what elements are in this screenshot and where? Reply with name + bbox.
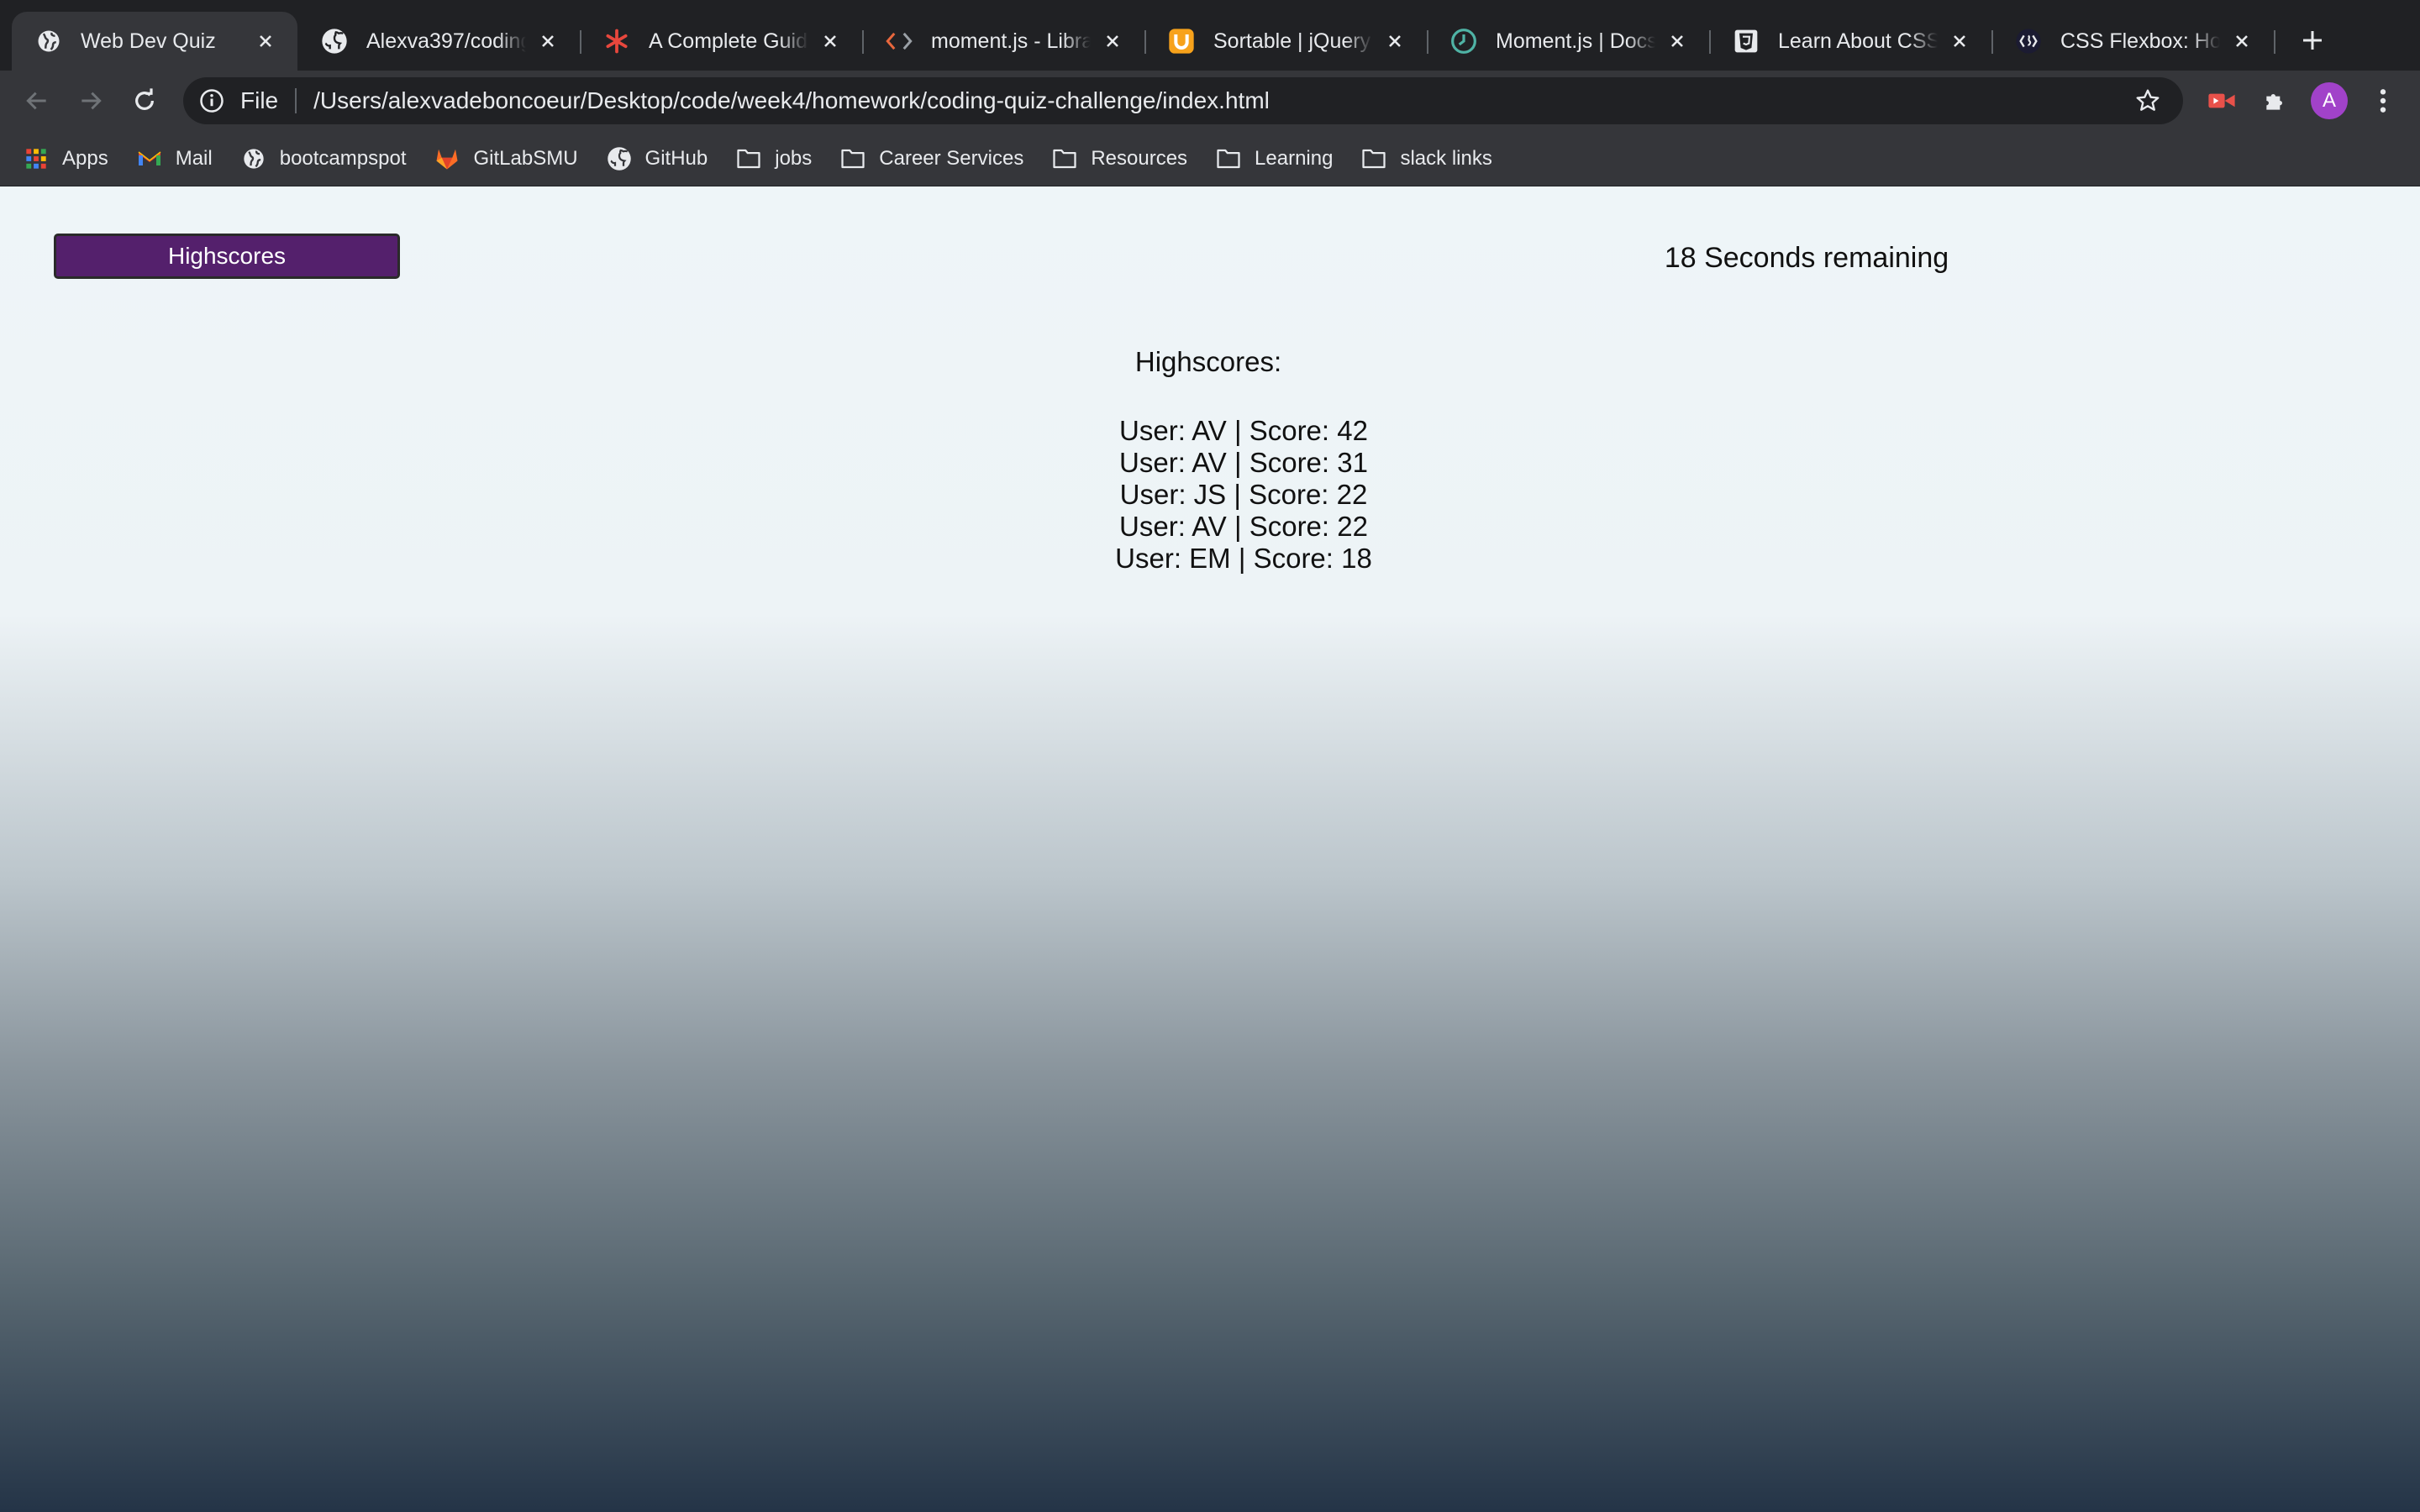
tab-title: moment.js - Libraries xyxy=(931,29,1091,53)
tab-title: Learn About CSS Levels xyxy=(1778,29,1938,53)
omnibox-divider xyxy=(295,88,297,113)
freecodecamp-icon xyxy=(2015,28,2042,55)
apps-grid-icon xyxy=(24,146,49,171)
bookmark-label: GitLabSMU xyxy=(473,146,578,170)
extensions-puzzle-icon[interactable] xyxy=(2259,84,2292,118)
tab-title: CSS Flexbox: How xyxy=(2060,29,2220,53)
folder-icon xyxy=(840,146,865,171)
tab-title: Sortable | jQuery UI xyxy=(1213,29,1373,53)
highscores-button[interactable]: Highscores xyxy=(54,234,400,279)
bookmark-label: jobs xyxy=(775,146,813,170)
bookmark-folder-slack-links[interactable]: slack links xyxy=(1361,146,1492,171)
bookmark-label: Mail xyxy=(175,146,213,170)
tab-moment-docs[interactable]: Moment.js | Docs xyxy=(1427,12,1709,71)
profile-avatar[interactable]: A xyxy=(2311,82,2348,119)
score-entry: User: EM | Score: 18 xyxy=(1115,543,1372,574)
tab-web-dev-quiz[interactable]: Web Dev Quiz xyxy=(12,12,297,71)
css-icon xyxy=(1733,28,1760,55)
github-icon xyxy=(607,146,632,171)
score-entry: User: JS | Score: 22 xyxy=(1119,479,1368,510)
bookmark-label: Career Services xyxy=(879,146,1024,170)
globe-icon xyxy=(241,146,266,171)
close-icon[interactable] xyxy=(817,28,844,55)
plus-icon xyxy=(2303,31,2322,50)
bookmark-label: Resources xyxy=(1091,146,1188,170)
back-button[interactable] xyxy=(20,84,54,118)
arrow-right-icon xyxy=(82,92,102,110)
highscores-list: User: AV | Score: 42 User: AV | Score: 3… xyxy=(992,415,1496,575)
tab-title: Alexva397/coding-quiz-challenge xyxy=(366,29,526,53)
close-icon[interactable] xyxy=(1946,28,1973,55)
tab-css-levels[interactable]: Learn About CSS Levels xyxy=(1709,12,1991,71)
jquery-ui-icon xyxy=(1168,28,1195,55)
tab-github-repo[interactable]: Alexva397/coding-quiz-challenge xyxy=(297,12,580,71)
bookmark-star-icon[interactable] xyxy=(2131,84,2165,118)
gmail-icon xyxy=(137,146,162,171)
code-brackets-icon xyxy=(886,28,913,55)
score-entry: User: AV | Score: 42 xyxy=(1119,415,1368,446)
folder-icon xyxy=(736,146,761,171)
bookmark-bootcampspot[interactable]: bootcampspot xyxy=(241,146,407,171)
bookmark-folder-resources[interactable]: Resources xyxy=(1052,146,1187,171)
bookmark-label: Apps xyxy=(62,146,108,170)
tab-moment-libraries[interactable]: moment.js - Libraries xyxy=(862,12,1144,71)
arrow-left-icon xyxy=(26,92,46,110)
clock-icon xyxy=(1450,28,1477,55)
tab-flexbox-guide[interactable]: A Complete Guide to Flexbox xyxy=(580,12,862,71)
new-tab-button[interactable] xyxy=(2294,22,2331,59)
bookmark-label: GitHub xyxy=(644,146,708,170)
bookmark-github[interactable]: GitHub xyxy=(607,146,708,171)
gitlab-icon xyxy=(434,146,460,171)
bookmark-apps[interactable]: Apps xyxy=(24,146,108,171)
folder-icon xyxy=(1216,146,1241,171)
screen-recorder-extension-icon[interactable] xyxy=(2205,84,2238,118)
more-menu-icon[interactable] xyxy=(2366,84,2400,118)
bookmark-folder-learning[interactable]: Learning xyxy=(1216,146,1333,171)
url-text[interactable]: /Users/alexvadeboncoeur/Desktop/code/wee… xyxy=(313,87,2131,114)
info-icon[interactable] xyxy=(197,86,227,116)
close-icon[interactable] xyxy=(2228,28,2255,55)
close-icon[interactable] xyxy=(1381,28,1408,55)
score-entry: User: AV | Score: 31 xyxy=(1119,447,1368,478)
reload-icon xyxy=(135,88,154,110)
tab-strip: Web Dev Quiz Alexva397/coding-quiz-chall… xyxy=(0,0,2420,71)
page-viewport: Highscores 18 Seconds remaining Highscor… xyxy=(0,186,2420,1512)
folder-icon xyxy=(1052,146,1077,171)
close-icon[interactable] xyxy=(1099,28,1126,55)
tab-sortable-jquery[interactable]: Sortable | jQuery UI xyxy=(1144,12,1427,71)
bookmark-folder-jobs[interactable]: jobs xyxy=(736,146,812,171)
forward-button[interactable] xyxy=(74,84,108,118)
tab-css-flexbox-how[interactable]: CSS Flexbox: How xyxy=(1991,12,2274,71)
bookmark-label: Learning xyxy=(1255,146,1334,170)
bookmark-gitlabsmu[interactable]: GitLabSMU xyxy=(434,146,578,171)
bookmarks-bar: Apps Mail bootcampspot GitLabSMU GitHub … xyxy=(0,131,2420,186)
timer-text: 18 Seconds remaining xyxy=(1664,242,1949,274)
bookmark-mail[interactable]: Mail xyxy=(137,146,213,171)
close-icon[interactable] xyxy=(252,28,279,55)
address-bar[interactable]: File /Users/alexvadeboncoeur/Desktop/cod… xyxy=(183,77,2183,124)
bookmark-folder-career-services[interactable]: Career Services xyxy=(840,146,1023,171)
tab-title: A Complete Guide to Flexbox xyxy=(649,29,808,53)
globe-icon xyxy=(35,28,62,55)
tab-title: Web Dev Quiz xyxy=(81,29,216,53)
github-icon xyxy=(321,28,348,55)
highscores-section: Highscores: User: AV | Score: 42 User: A… xyxy=(992,346,1496,575)
reload-button[interactable] xyxy=(128,84,161,118)
score-entry: User: AV | Score: 22 xyxy=(1119,511,1368,542)
bookmark-label: bootcampspot xyxy=(279,146,407,170)
close-icon[interactable] xyxy=(534,28,561,55)
highscores-title: Highscores: xyxy=(1134,346,1282,377)
folder-icon xyxy=(1361,146,1386,171)
close-icon[interactable] xyxy=(1664,28,1691,55)
asterisk-icon xyxy=(603,28,630,55)
scheme-label: File xyxy=(240,87,279,113)
tab-title: Moment.js | Docs xyxy=(1496,29,1655,53)
tab-separator xyxy=(2274,30,2275,54)
browser-toolbar: File /Users/alexvadeboncoeur/Desktop/cod… xyxy=(0,71,2420,131)
bookmark-label: slack links xyxy=(1400,146,1492,170)
